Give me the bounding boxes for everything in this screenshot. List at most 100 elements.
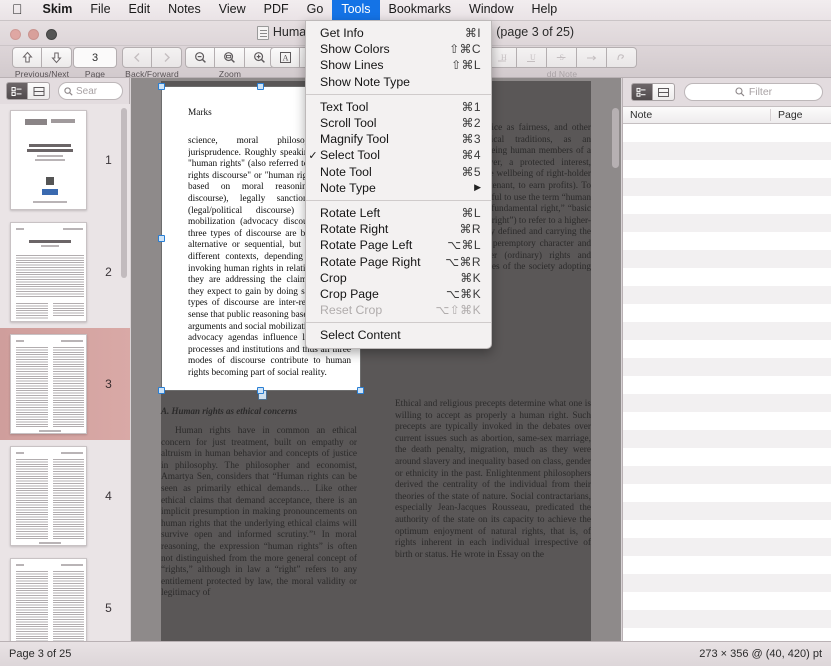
selection-handle-bottom-center[interactable] [257,387,264,394]
menu-item-scroll-tool[interactable]: Scroll Tool⌘2 [306,115,491,131]
menu-item-select-tool[interactable]: ✓Select Tool⌘4 [306,147,491,163]
menu-item-show-note-type[interactable]: Show Note Type [306,74,491,90]
note-row[interactable] [623,556,831,574]
menu-item-rotate-left[interactable]: Rotate Left⌘L [306,205,491,221]
menu-item-crop[interactable]: Crop⌘K [306,270,491,286]
sidebar-header: Sear [0,78,129,104]
menu-go[interactable]: Go [298,0,333,20]
menu-item-magnify-tool[interactable]: Magnify Tool⌘3 [306,131,491,147]
note-row[interactable] [623,502,831,520]
note-row[interactable] [623,124,831,142]
tools-dropdown-menu[interactable]: Get Info⌘IShow Colors⇧⌘CShow Lines⇧⌘LSho… [305,20,492,349]
note-row[interactable] [623,142,831,160]
note-row[interactable] [623,394,831,412]
note-row[interactable] [623,448,831,466]
note-row[interactable] [623,160,831,178]
selection-handle-middle-left[interactable] [158,235,165,242]
menu-item-note-type[interactable]: Note Type▶ [306,180,491,196]
menu-item-text-tool[interactable]: Text Tool⌘1 [306,99,491,115]
menu-notes[interactable]: Notes [159,0,210,20]
note-row[interactable] [623,340,831,358]
previous-page-button[interactable] [12,47,42,68]
thumbnail-item[interactable]: 1 [0,104,130,216]
note-row[interactable] [623,304,831,322]
menu-item-crop-page[interactable]: Crop Page⌥⌘K [306,286,491,302]
menu-item-rotate-page-left[interactable]: Rotate Page Left⌥⌘L [306,237,491,253]
menu-tools[interactable]: Tools [332,0,379,20]
menu-pdf[interactable]: PDF [255,0,298,20]
thumbnail-item[interactable]: 5 [0,552,130,641]
note-row[interactable] [623,322,831,340]
selection-handle-top-left[interactable] [158,83,165,90]
note-row[interactable] [623,520,831,538]
snapshot-icon[interactable] [653,83,675,101]
menu-item-rotate-page-right[interactable]: Rotate Page Right⌥⌘R [306,253,491,269]
apple-logo-icon[interactable]:  [0,2,34,16]
note-row[interactable] [623,376,831,394]
menu-item-show-lines[interactable]: Show Lines⇧⌘L [306,57,491,73]
thumbnail-item[interactable]: 2 [0,216,130,328]
notes-list-icon[interactable] [631,83,653,101]
document-scrollbar[interactable] [612,108,619,168]
menu-item-get-info[interactable]: Get Info⌘I [306,25,491,41]
menu-item-note-tool[interactable]: Note Tool⌘5 [306,164,491,180]
note-row[interactable] [623,196,831,214]
underline-note-icon[interactable]: U [517,47,547,68]
menu-bookmarks[interactable]: Bookmarks [380,0,461,20]
note-row[interactable] [623,232,831,250]
outline-list-icon[interactable] [28,82,50,100]
menu-edit[interactable]: Edit [120,0,160,20]
thumbnail-item-selected[interactable]: 3 [0,328,130,440]
menu-item-label: Text Tool [320,100,462,114]
menu-item-shortcut: ⌥⌘R [445,255,481,269]
note-row[interactable] [623,610,831,628]
note-row[interactable] [623,538,831,556]
sidebar-search-input[interactable]: Sear [58,82,123,100]
thumbnail-item[interactable]: 4 [0,440,130,552]
note-row[interactable] [623,268,831,286]
selection-handle-bottom-right[interactable] [357,387,364,394]
thumbnail-grid-icon[interactable] [6,82,28,100]
note-row[interactable] [623,214,831,232]
menu-skim[interactable]: Skim [34,0,82,20]
menu-item-show-colors[interactable]: Show Colors⇧⌘C [306,41,491,57]
note-row[interactable] [623,178,831,196]
zoom-out-icon[interactable] [185,47,215,68]
notes-filter-input[interactable]: Filter [684,83,823,101]
strikeout-note-icon[interactable]: S [547,47,577,68]
page-group: 3 Page [73,47,117,79]
menu-help[interactable]: Help [523,0,567,20]
note-row[interactable] [623,484,831,502]
menu-view[interactable]: View [210,0,255,20]
note-row[interactable] [623,574,831,592]
menu-file[interactable]: File [81,0,119,20]
page-number-input[interactable]: 3 [73,47,117,68]
notes-column-note[interactable]: Note [623,109,771,121]
thumbnail-list[interactable]: 1 2 [0,104,130,641]
freehand-note-icon[interactable] [607,47,637,68]
thumbnail-scrollbar[interactable] [121,108,127,278]
selection-handle-bottom-left[interactable] [158,387,165,394]
notes-list[interactable] [623,124,831,641]
menu-item-label: Rotate Left [320,206,462,220]
zoom-actual-size-icon[interactable] [215,47,245,68]
menu-separator [306,322,491,323]
line-note-icon[interactable] [577,47,607,68]
note-row[interactable] [623,430,831,448]
note-row[interactable] [623,358,831,376]
status-bar: Page 3 of 25 273 × 356 @ (40, 420) pt [0,641,831,666]
note-row[interactable] [623,250,831,268]
text-tool-icon[interactable]: A [270,47,300,68]
note-row[interactable] [623,466,831,484]
selection-handle-top-center[interactable] [257,83,264,90]
note-row[interactable] [623,286,831,304]
note-row[interactable] [623,592,831,610]
menu-window[interactable]: Window [460,0,522,20]
menu-item-select-content[interactable]: Select Content [306,327,491,343]
forward-button[interactable] [152,47,182,68]
back-button[interactable] [122,47,152,68]
menu-item-rotate-right[interactable]: Rotate Right⌘R [306,221,491,237]
notes-column-page[interactable]: Page [771,109,831,121]
next-page-button[interactable] [42,47,72,68]
note-row[interactable] [623,412,831,430]
